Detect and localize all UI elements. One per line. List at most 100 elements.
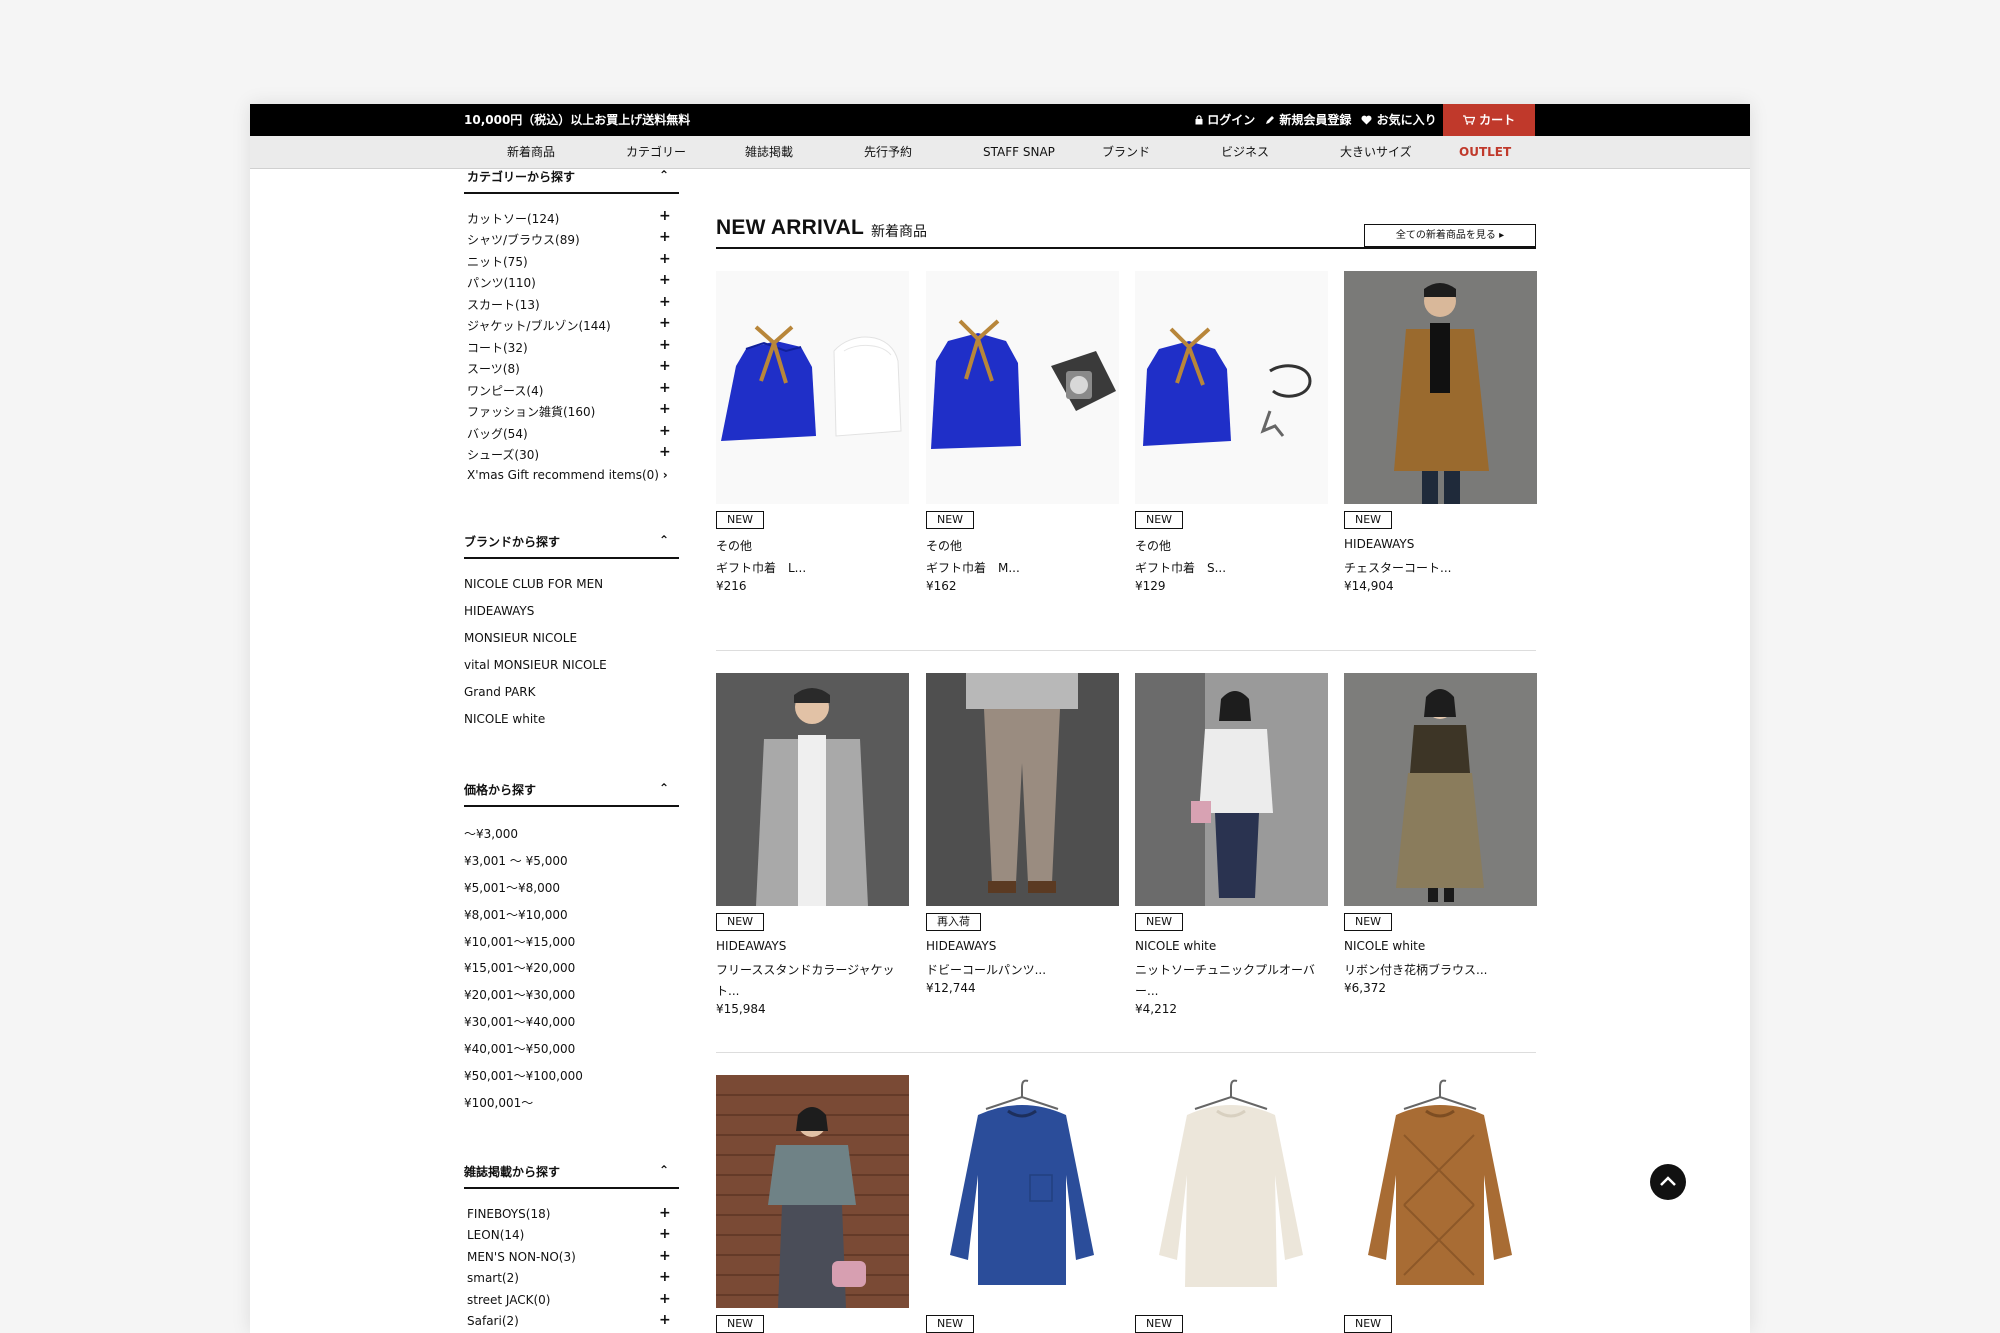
price-item[interactable]: ¥5,001〜¥8,000 (464, 879, 560, 896)
magazine-item[interactable]: Safari(2) (467, 1314, 519, 1328)
nav-category[interactable]: カテゴリー (626, 136, 686, 168)
product-image[interactable] (1135, 673, 1328, 906)
product-card[interactable]: NEW (926, 1075, 1119, 1333)
price-section-header[interactable]: 価格から探す ⌃ (464, 781, 679, 807)
product-brand: HIDEAWAYS (716, 939, 787, 953)
product-card[interactable]: NEW NICOLE white ニットソーチュニックプルオーバー... ¥4,… (1135, 673, 1328, 1016)
plus-icon[interactable]: + (659, 272, 671, 288)
category-item[interactable]: ジャケット/ブルゾン(144) (467, 317, 611, 334)
category-item[interactable]: パンツ(110) (467, 274, 536, 291)
nav-staff-snap[interactable]: STAFF SNAP (983, 136, 1055, 168)
brand-item[interactable]: NICOLE CLUB FOR MEN (464, 577, 603, 591)
login-link[interactable]: ログイン (1195, 104, 1255, 136)
product-image[interactable] (926, 271, 1119, 504)
product-image[interactable] (716, 271, 909, 504)
product-image[interactable] (1344, 271, 1537, 504)
product-card[interactable]: NEW HIDEAWAYS フリーススタンドカラージャケット... ¥15,98… (716, 673, 909, 1016)
product-card[interactable]: NEW その他 ギフト巾着 M... ¥162 (926, 271, 1119, 593)
brand-section-header[interactable]: ブランドから探す ⌃ (464, 533, 679, 559)
plus-icon[interactable]: + (659, 1312, 671, 1328)
brand-item[interactable]: Grand PARK (464, 685, 536, 699)
favorites-link[interactable]: お気に入り (1361, 104, 1437, 136)
category-item[interactable]: スカート(13) (467, 296, 540, 313)
product-image[interactable] (1344, 1075, 1537, 1308)
magazine-item[interactable]: smart(2) (467, 1271, 519, 1285)
brand-item[interactable]: vital MONSIEUR NICOLE (464, 658, 607, 672)
xmas-gift-link[interactable]: X'mas Gift recommend items(0) › (467, 468, 668, 482)
product-card[interactable]: NEW (1344, 1075, 1537, 1333)
product-card[interactable]: NEW HIDEAWAYS チェスターコート... ¥14,904 (1344, 271, 1537, 593)
nav-magazine[interactable]: 雑誌掲載 (745, 136, 793, 168)
category-item[interactable]: カットソー(124) (467, 210, 559, 227)
plus-icon[interactable]: + (659, 423, 671, 439)
product-image[interactable] (1344, 673, 1537, 906)
back-to-top-button[interactable] (1650, 1164, 1686, 1200)
category-item[interactable]: ワンピース(4) (467, 382, 543, 399)
brand-item[interactable]: MONSIEUR NICOLE (464, 631, 577, 645)
plus-icon[interactable]: + (659, 294, 671, 310)
xmas-gift-label: X'mas Gift recommend items(0) (467, 468, 659, 482)
price-item[interactable]: 〜¥3,000 (464, 825, 518, 842)
nav-preorder[interactable]: 先行予約 (864, 136, 912, 168)
price-item[interactable]: ¥40,001〜¥50,000 (464, 1040, 575, 1057)
nav-brand[interactable]: ブランド (1102, 136, 1150, 168)
nav-outlet[interactable]: OUTLET (1459, 136, 1511, 168)
price-item[interactable]: ¥20,001〜¥30,000 (464, 986, 575, 1003)
product-card[interactable]: NEW NICOLE white リボン付き花柄ブラウス... ¥6,372 (1344, 673, 1537, 995)
register-link[interactable]: 新規会員登録 (1265, 104, 1351, 136)
product-card[interactable]: 再入荷 HIDEAWAYS ドビーコールパンツ... ¥12,744 (926, 673, 1119, 995)
magazine-item[interactable]: FINEBOYS(18) (467, 1207, 550, 1221)
category-item[interactable]: ファッション雑貨(160) (467, 403, 595, 420)
product-image[interactable] (716, 673, 909, 906)
price-item[interactable]: ¥10,001〜¥15,000 (464, 933, 575, 950)
product-name: チェスターコート... (1344, 561, 1452, 575)
plus-icon[interactable]: + (659, 1205, 671, 1221)
product-card[interactable]: NEW (1135, 1075, 1328, 1333)
cart-button[interactable]: カート (1443, 104, 1535, 136)
plus-icon[interactable]: + (659, 444, 671, 460)
plus-icon[interactable]: + (659, 1226, 671, 1242)
category-item[interactable]: ニット(75) (467, 253, 528, 270)
product-image[interactable] (1135, 271, 1328, 504)
plus-icon[interactable]: + (659, 1269, 671, 1285)
plus-icon[interactable]: + (659, 315, 671, 331)
plus-icon[interactable]: + (659, 358, 671, 374)
magazine-item[interactable]: MEN'S NON-NO(3) (467, 1250, 576, 1264)
nav-large-size[interactable]: 大きいサイズ (1340, 136, 1412, 168)
product-image[interactable] (926, 673, 1119, 906)
plus-icon[interactable]: + (659, 1248, 671, 1264)
category-item[interactable]: シューズ(30) (467, 446, 539, 463)
plus-icon[interactable]: + (659, 380, 671, 396)
price-item[interactable]: ¥100,001〜 (464, 1094, 533, 1111)
plus-icon[interactable]: + (659, 1291, 671, 1307)
price-item[interactable]: ¥50,001〜¥100,000 (464, 1067, 583, 1084)
nav-business[interactable]: ビジネス (1221, 136, 1269, 168)
magazine-item[interactable]: LEON(14) (467, 1228, 524, 1242)
product-card[interactable]: NEW その他 ギフト巾着 S... ¥129 (1135, 271, 1328, 593)
product-image[interactable] (716, 1075, 909, 1308)
nav-new-arrivals[interactable]: 新着商品 (507, 136, 555, 168)
magazine-section-header[interactable]: 雑誌掲載から探す ⌃ (464, 1163, 679, 1189)
plus-icon[interactable]: + (659, 337, 671, 353)
plus-icon[interactable]: + (659, 251, 671, 267)
product-card[interactable]: NEW その他 ギフト巾着 L... ¥216 (716, 271, 909, 593)
category-item[interactable]: コート(32) (467, 339, 528, 356)
see-all-new-button[interactable]: 全ての新着商品を見る ▸ (1364, 224, 1536, 247)
category-item[interactable]: スーツ(8) (467, 360, 520, 377)
category-item[interactable]: シャツ/ブラウス(89) (467, 231, 580, 248)
plus-icon[interactable]: + (659, 229, 671, 245)
plus-icon[interactable]: + (659, 208, 671, 224)
plus-icon[interactable]: + (659, 401, 671, 417)
product-image[interactable] (1135, 1075, 1328, 1308)
product-card[interactable]: NEW (716, 1075, 909, 1333)
brand-item[interactable]: HIDEAWAYS (464, 604, 534, 618)
price-item[interactable]: ¥8,001〜¥10,000 (464, 906, 568, 923)
price-item[interactable]: ¥30,001〜¥40,000 (464, 1013, 575, 1030)
product-image[interactable] (926, 1075, 1119, 1308)
category-section-header[interactable]: カテゴリーから探す ⌃ (464, 168, 679, 194)
magazine-item[interactable]: street JACK(0) (467, 1293, 550, 1307)
price-item[interactable]: ¥15,001〜¥20,000 (464, 959, 575, 976)
brand-item[interactable]: NICOLE white (464, 712, 545, 726)
category-item[interactable]: バッグ(54) (467, 425, 528, 442)
price-item[interactable]: ¥3,001 〜 ¥5,000 (464, 852, 568, 869)
